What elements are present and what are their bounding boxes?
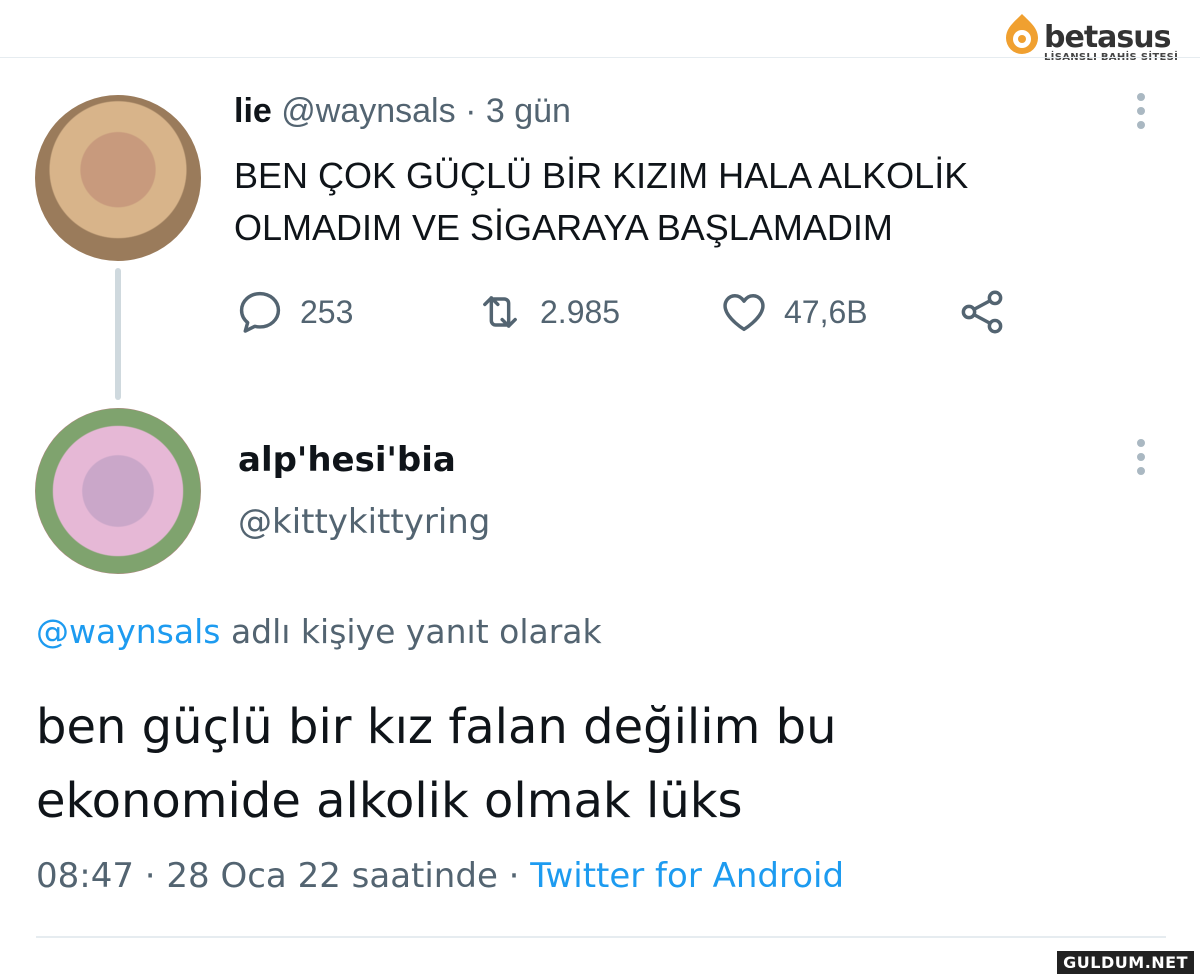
tweet2-timestamp[interactable]: 08:47 · 28 Oca 22 saatinde ·	[36, 856, 519, 896]
share-icon	[961, 290, 1003, 334]
tweet2-text-line: ekonomide alkolik olmak lüks	[36, 773, 743, 829]
tweet2-meta: 08:47 · 28 Oca 22 saatinde · Twitter for…	[36, 856, 844, 896]
like-icon	[723, 294, 765, 332]
guldum-watermark: GULDUM.NET	[1057, 951, 1194, 974]
tweet2-text-line: ben güçlü bir kız falan değilim bu	[36, 699, 837, 755]
more-icon[interactable]	[1129, 90, 1153, 134]
reply-context: @waynsals adlı kişiye yanıt olarak	[36, 612, 602, 651]
reply-context-label: adlı kişiye yanıt olarak	[230, 612, 602, 651]
retweet-icon	[483, 296, 517, 328]
tweet1-author-name[interactable]: lie	[234, 92, 272, 130]
more-icon[interactable]	[1129, 436, 1153, 480]
betasus-watermark: betasus LİSANSLI BAHİS SİTESİ	[1000, 8, 1190, 64]
tweet1-text-line: OLMADIM VE SİGARAYA BAŞLAMADIM	[234, 207, 893, 248]
tweet2-author-name[interactable]: alp'hesi'bia	[238, 440, 456, 480]
reply-count: 253	[300, 293, 354, 330]
like-button[interactable]: 47,6B	[718, 284, 868, 340]
share-button[interactable]	[956, 284, 1008, 340]
tweet1-author-handle[interactable]: @waynsals	[281, 92, 455, 130]
tweet2-author-handle[interactable]: @kittykittyring	[238, 502, 490, 542]
avatar-alphesibia[interactable]	[35, 408, 201, 574]
tweet2-text: ben güçlü bir kız falan değilim bu ekono…	[36, 690, 1156, 838]
bottom-divider	[36, 936, 1166, 938]
reply-icon	[239, 291, 281, 333]
retweet-button[interactable]: 2.985	[474, 284, 620, 340]
avatar-lie[interactable]	[35, 95, 201, 261]
betasus-logo-icon	[1006, 14, 1038, 54]
tweet1-text-line: BEN ÇOK GÜÇLÜ BİR KIZIM HALA ALKOLİK	[234, 155, 969, 196]
tweet1-time[interactable]: 3 gün	[486, 92, 571, 130]
retweet-count: 2.985	[540, 293, 621, 330]
tweet2-source-link[interactable]: Twitter for Android	[530, 856, 844, 896]
tweet1-text: BEN ÇOK GÜÇLÜ BİR KIZIM HALA ALKOLİK OLM…	[234, 150, 1114, 254]
tweet1-header: lie @waynsals · 3 gün	[234, 92, 571, 131]
like-count: 47,6B	[784, 293, 868, 330]
top-divider	[0, 57, 1200, 58]
thread-connector	[115, 268, 121, 400]
brand-name: betasus	[1044, 20, 1171, 55]
reply-mention-link[interactable]: @waynsals	[36, 612, 220, 651]
reply-button[interactable]: 253	[234, 284, 353, 340]
separator: ·	[465, 92, 477, 130]
